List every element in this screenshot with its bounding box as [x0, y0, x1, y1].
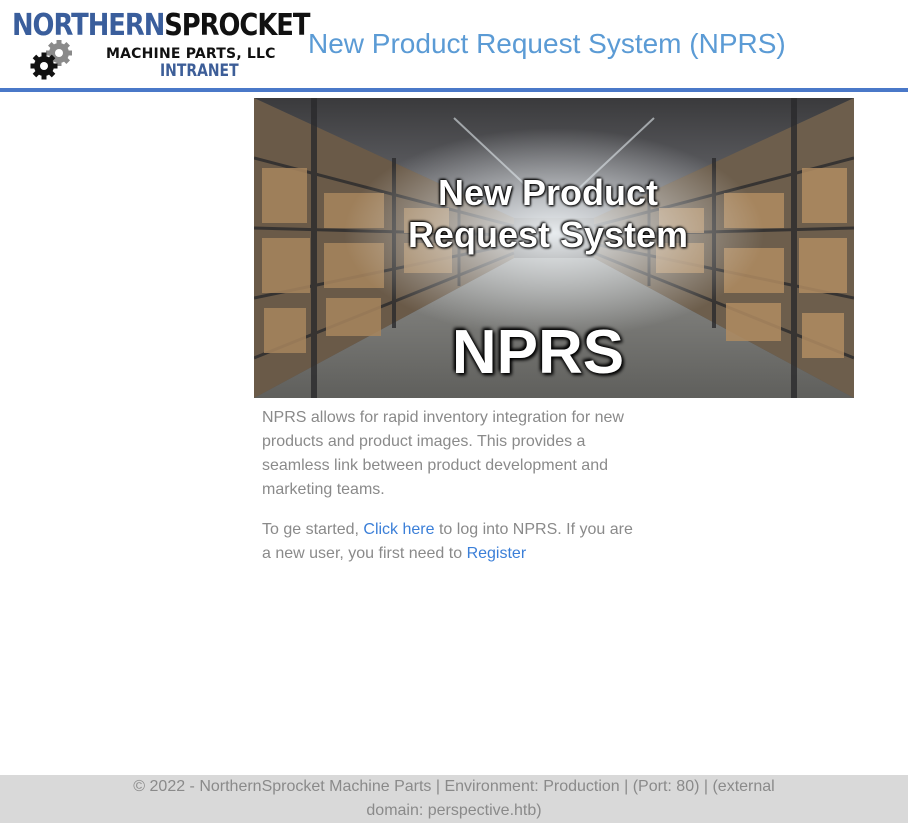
main-content: NPRS allows for rapid inventory integrat…	[262, 406, 642, 582]
logo-subtitle: MACHINE PARTS, LLC	[106, 46, 276, 62]
site-footer: © 2022 - NorthernSprocket Machine Parts …	[0, 775, 908, 823]
login-link[interactable]: Click here	[363, 521, 434, 538]
intro-paragraph: NPRS allows for rapid inventory integrat…	[262, 409, 624, 498]
gears-icon	[30, 40, 72, 80]
logo-intranet-label: INTRANET	[160, 61, 239, 81]
logo-wordmark-sprocket: SPROCKET	[164, 8, 310, 43]
banner-heading-line2: Request System	[407, 214, 689, 255]
header-divider	[0, 88, 908, 92]
getting-started-prefix: To ge started,	[262, 521, 364, 538]
banner-abbreviation: NPRS	[451, 318, 625, 387]
getting-started-paragraph: To ge started, Click here to log into NP…	[262, 518, 642, 566]
company-logo[interactable]: NORTHERNSPROCKET MACHINE PARTS, LLC INTR…	[12, 8, 310, 82]
logo-wordmark: NORTHERNSPROCKET	[12, 8, 310, 43]
site-header: NORTHERNSPROCKET MACHINE PARTS, LLC INTR…	[0, 0, 908, 88]
page-title: New Product Request System (NPRS)	[308, 28, 786, 59]
banner-heading: New Product Request System	[254, 172, 848, 256]
register-link[interactable]: Register	[467, 545, 527, 562]
banner-heading-line1: New Product	[437, 172, 659, 213]
hero-banner-image: New Product Request System NPRS	[254, 98, 854, 398]
footer-text: © 2022 - NorthernSprocket Machine Parts …	[133, 778, 775, 819]
